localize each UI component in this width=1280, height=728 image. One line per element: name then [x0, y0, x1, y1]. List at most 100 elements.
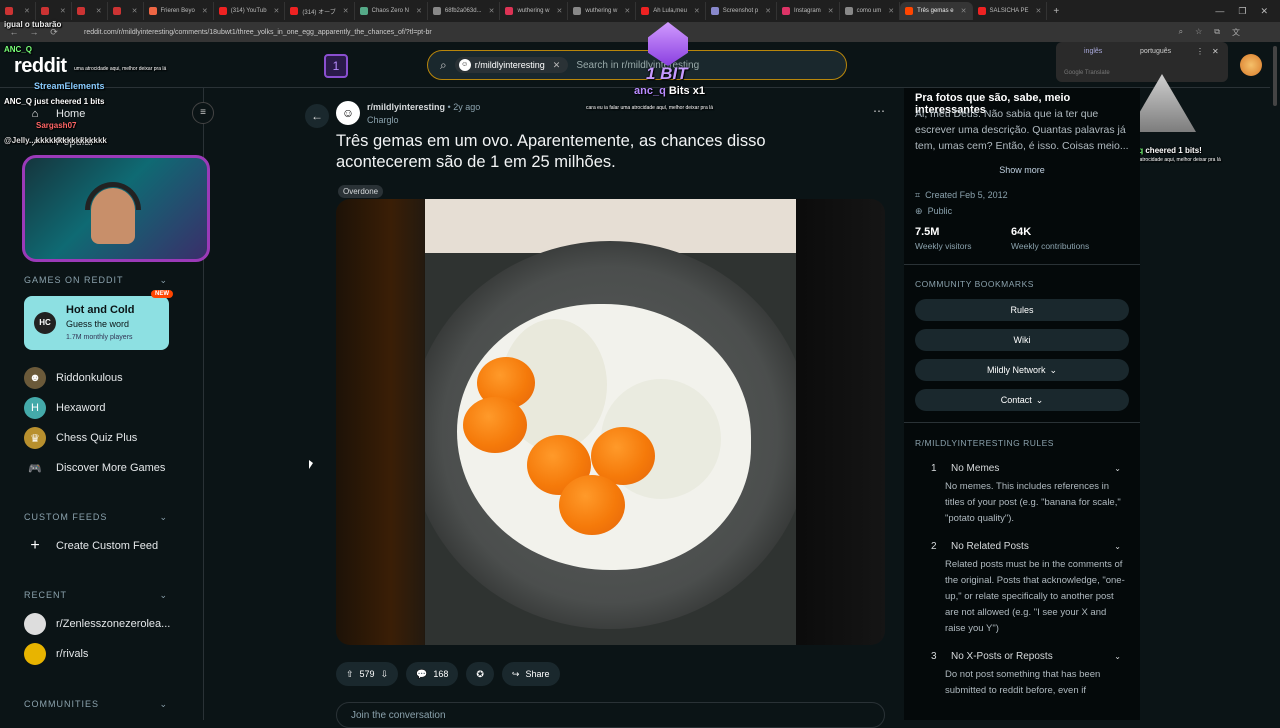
browser-tab[interactable]: (314) オーブ ✕	[285, 2, 355, 20]
translate-icon[interactable]: 文	[1232, 27, 1240, 38]
bookmark-button[interactable]: Contact ⌄	[915, 389, 1129, 411]
tab-close-icon[interactable]: ✕	[694, 7, 700, 15]
custom-feeds-header[interactable]: CUSTOM FEEDS ⌄	[24, 512, 168, 523]
browser-tab[interactable]: Três gemas e ✕	[900, 2, 973, 20]
bookmark-button[interactable]: Rules	[915, 299, 1129, 321]
tab-close-icon[interactable]: ✕	[96, 7, 102, 15]
rule-toggle[interactable]: 1 No Memes ⌄	[915, 457, 1129, 479]
tab-close-icon[interactable]: ✕	[202, 7, 208, 15]
comments-button[interactable]: 💬 168	[406, 662, 459, 686]
tab-close-icon[interactable]: ✕	[961, 7, 967, 15]
tab-close-icon[interactable]: ✕	[274, 7, 280, 15]
browser-tab[interactable]: Chaos Zero N ✕	[355, 2, 428, 20]
create-custom-feed-button[interactable]: + Create Custom Feed	[24, 532, 158, 560]
tab-close-icon[interactable]: ✕	[416, 7, 422, 15]
sidebar-game-item[interactable]: 🎮 Discover More Games	[24, 454, 165, 482]
rule-toggle[interactable]: 2 No Related Posts ⌄	[915, 535, 1129, 557]
tab-close-icon[interactable]: ✕	[828, 7, 834, 15]
browser-tab[interactable]: SALSICHA PE ✕	[973, 2, 1048, 20]
browser-tab[interactable]: ✕	[0, 2, 36, 20]
tab-close-icon[interactable]: ✕	[624, 7, 630, 15]
upvote-icon[interactable]: ⇧	[346, 669, 354, 680]
rule-toggle[interactable]: 3 No X-Posts or Reposts ⌄	[915, 645, 1129, 667]
browser-tab[interactable]: Frieren Beyo ✕	[144, 2, 214, 20]
tab-close-icon[interactable]: ✕	[1036, 7, 1042, 15]
comment-input[interactable]: Join the conversation	[336, 702, 885, 728]
recent-community-item[interactable]: r/Zenlesszonezerolea...	[24, 610, 170, 638]
minimize-icon[interactable]: —	[1215, 6, 1224, 17]
browser-tab[interactable]: ✕	[108, 2, 144, 20]
collapse-menu-icon[interactable]: ≡	[192, 102, 214, 124]
tab-close-icon[interactable]: ✕	[132, 7, 138, 15]
browser-tab[interactable]: (314) YouTub ✕	[214, 2, 286, 20]
back-arrow-icon[interactable]: ←	[305, 104, 329, 128]
maximize-icon[interactable]: ❐	[1238, 6, 1246, 17]
tab-close-icon[interactable]: ✕	[343, 7, 349, 15]
tab-label: como um	[856, 8, 882, 14]
award-button[interactable]: ✪	[466, 662, 494, 686]
community-icon	[24, 613, 46, 635]
bookmark-star-icon[interactable]: ☆	[1195, 27, 1202, 38]
downvote-icon[interactable]: ⇩	[381, 669, 389, 680]
new-tab-icon[interactable]: +	[1053, 6, 1059, 17]
sidebar-game-item[interactable]: ☻ Riddonkulous	[24, 364, 123, 392]
user-avatar[interactable]	[1240, 54, 1262, 76]
globe-icon: ⊕	[915, 206, 923, 216]
divider	[904, 422, 1140, 423]
bookmark-button[interactable]: Mildly Network ⌄	[915, 359, 1129, 381]
community-search-chip[interactable]: ☺ r/mildlyinteresting ✕	[454, 57, 569, 73]
page-scrollbar[interactable]	[1270, 42, 1280, 720]
browser-tab[interactable]: 68fb2a063d... ✕	[428, 2, 501, 20]
browser-tab[interactable]: wuthering w ✕	[568, 2, 637, 20]
show-more-link[interactable]: Show more	[915, 165, 1129, 175]
featured-game-card[interactable]: NEW HC Hot and Cold Guess the word 1.7M …	[24, 290, 173, 350]
chip-close-icon[interactable]: ✕	[553, 60, 561, 71]
sidebar-game-item[interactable]: H Hexaword	[24, 394, 106, 422]
browser-tab[interactable]: Instagram ✕	[777, 2, 840, 20]
weekly-contrib-label: Weekly contributions	[1011, 241, 1090, 251]
browser-tab[interactable]: como um ✕	[840, 2, 901, 20]
browser-tab[interactable]: Screenshot p ✕	[706, 2, 778, 20]
share-icon: ↪	[511, 668, 520, 679]
scrollbar-thumb[interactable]	[1273, 46, 1277, 106]
tab-close-icon[interactable]: ✕	[24, 7, 30, 15]
tab-close-icon[interactable]: ✕	[60, 7, 66, 15]
translate-lang-source[interactable]: inglês	[1084, 48, 1102, 55]
subreddit-avatar[interactable]: ☺	[336, 101, 360, 125]
games-section-header[interactable]: GAMES ON REDDIT ⌄	[24, 275, 168, 286]
share-button[interactable]: ↪ Share	[501, 662, 560, 686]
browser-tab[interactable]: ✕	[72, 2, 108, 20]
tab-close-icon[interactable]: ✕	[765, 7, 771, 15]
recent-community-item[interactable]: r/rivals	[24, 640, 88, 668]
search-bar[interactable]: ⌕ ☺ r/mildlyinteresting ✕ Search in r/mi…	[427, 50, 847, 80]
reddit-logo[interactable]: reddit	[14, 55, 67, 78]
tab-close-icon[interactable]: ✕	[888, 7, 894, 15]
browser-tab[interactable]: wuthering w ✕	[500, 2, 569, 20]
close-icon[interactable]: ✕	[1212, 47, 1219, 56]
zoom-icon[interactable]: ⌕	[1179, 27, 1183, 38]
post-author[interactable]: Charglo	[367, 115, 399, 125]
url-field[interactable]: reddit.com/r/mildlyinteresting/comments/…	[84, 29, 432, 36]
more-options-icon[interactable]: ⋮	[1196, 47, 1204, 56]
tab-close-icon[interactable]: ✕	[556, 7, 562, 15]
post-image-container[interactable]	[336, 199, 885, 645]
tab-favicon-icon	[710, 7, 719, 15]
bookmark-button[interactable]: Wiki	[915, 329, 1129, 351]
post-subreddit-link[interactable]: r/mildlyinteresting • 2y ago	[367, 102, 480, 112]
recent-header[interactable]: RECENT ⌄	[24, 590, 168, 601]
translate-popup: inglês português ⋮ ✕ Google Translate	[1056, 42, 1228, 82]
post-overflow-menu-icon[interactable]: ⋯	[873, 104, 885, 118]
rules-list: 1 No Memes ⌄ No memes. This includes refere…	[915, 457, 1129, 707]
communities-header[interactable]: COMMUNITIES ⌄	[24, 699, 168, 710]
sidebar-game-item[interactable]: ♛ Chess Quiz Plus	[24, 424, 137, 452]
extensions-icon[interactable]: ⧉	[1214, 27, 1220, 38]
translate-lang-target[interactable]: português	[1140, 48, 1171, 55]
tab-favicon-icon	[40, 7, 49, 15]
tab-close-icon[interactable]: ✕	[489, 7, 495, 15]
browser-tab[interactable]: Ah Lula,meu ✕	[636, 2, 706, 20]
weekly-contrib-value: 64K	[1011, 226, 1032, 238]
browser-tab[interactable]: ✕	[36, 2, 72, 20]
post-flair[interactable]: Overdone	[338, 185, 384, 198]
close-window-icon[interactable]: ✕	[1260, 6, 1268, 17]
chevron-down-icon: ⌄	[1114, 651, 1121, 661]
